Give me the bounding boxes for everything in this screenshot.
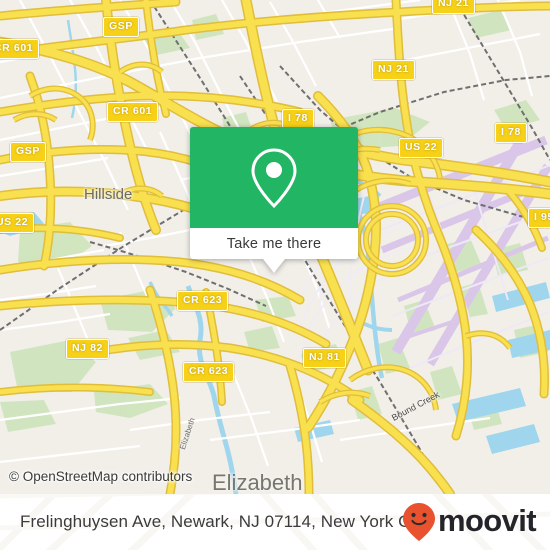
moovit-wordmark: moovit (437, 502, 537, 538)
location-title: Frelinghuysen Ave, Newark, NJ 07114, New… (20, 512, 428, 531)
road-shield-i78-center: I 78 (282, 109, 314, 129)
location-pin-icon (251, 147, 297, 208)
osm-attribution[interactable]: © OpenStreetMap contributors (9, 469, 192, 484)
place-label-elizabeth: Elizabeth (212, 470, 303, 494)
road-shield-nj81: NJ 81 (303, 348, 347, 368)
road-shield-cr601-center: CR 601 (107, 102, 159, 122)
moovit-pin-smiley-icon (402, 503, 435, 541)
place-label-hillside: Hillside (84, 186, 133, 203)
road-shield-gsp-west: GSP (10, 142, 46, 162)
location-popup[interactable]: Take me there (190, 127, 358, 273)
popup-header (190, 127, 358, 228)
map-canvas[interactable]: GSP CR 601 CR 601 GSP US 22 NJ 21 NJ 21 I 78 I 7… (0, 0, 550, 494)
take-me-there-button[interactable]: Take me there (190, 228, 358, 259)
road-shield-cr623-south: CR 623 (183, 362, 235, 382)
road-shield-i95-east: I 95 (528, 208, 550, 228)
road-shield-cr623-north: CR 623 (177, 291, 229, 311)
road-shield-us22-center: US 22 (399, 138, 444, 158)
road-shield-nj21-upper: NJ 21 (372, 60, 416, 80)
footer-bar: Frelinghuysen Ave, Newark, NJ 07114, New… (0, 494, 550, 550)
road-shield-nj82: NJ 82 (66, 339, 110, 359)
road-shield-i78-east: I 78 (495, 123, 527, 143)
road-shield-us22-west: US 22 (0, 213, 35, 233)
moovit-map-page: GSP CR 601 CR 601 GSP US 22 NJ 21 NJ 21 I 78 I 7… (0, 0, 550, 550)
popup-pointer-tail (263, 259, 285, 273)
road-shield-cr601-west: CR 601 (0, 39, 40, 59)
road-shield-nj21-top: NJ 21 (432, 0, 476, 14)
road-shield-gsp-north: GSP (103, 17, 139, 37)
moovit-brand[interactable]: moovit (402, 494, 537, 550)
